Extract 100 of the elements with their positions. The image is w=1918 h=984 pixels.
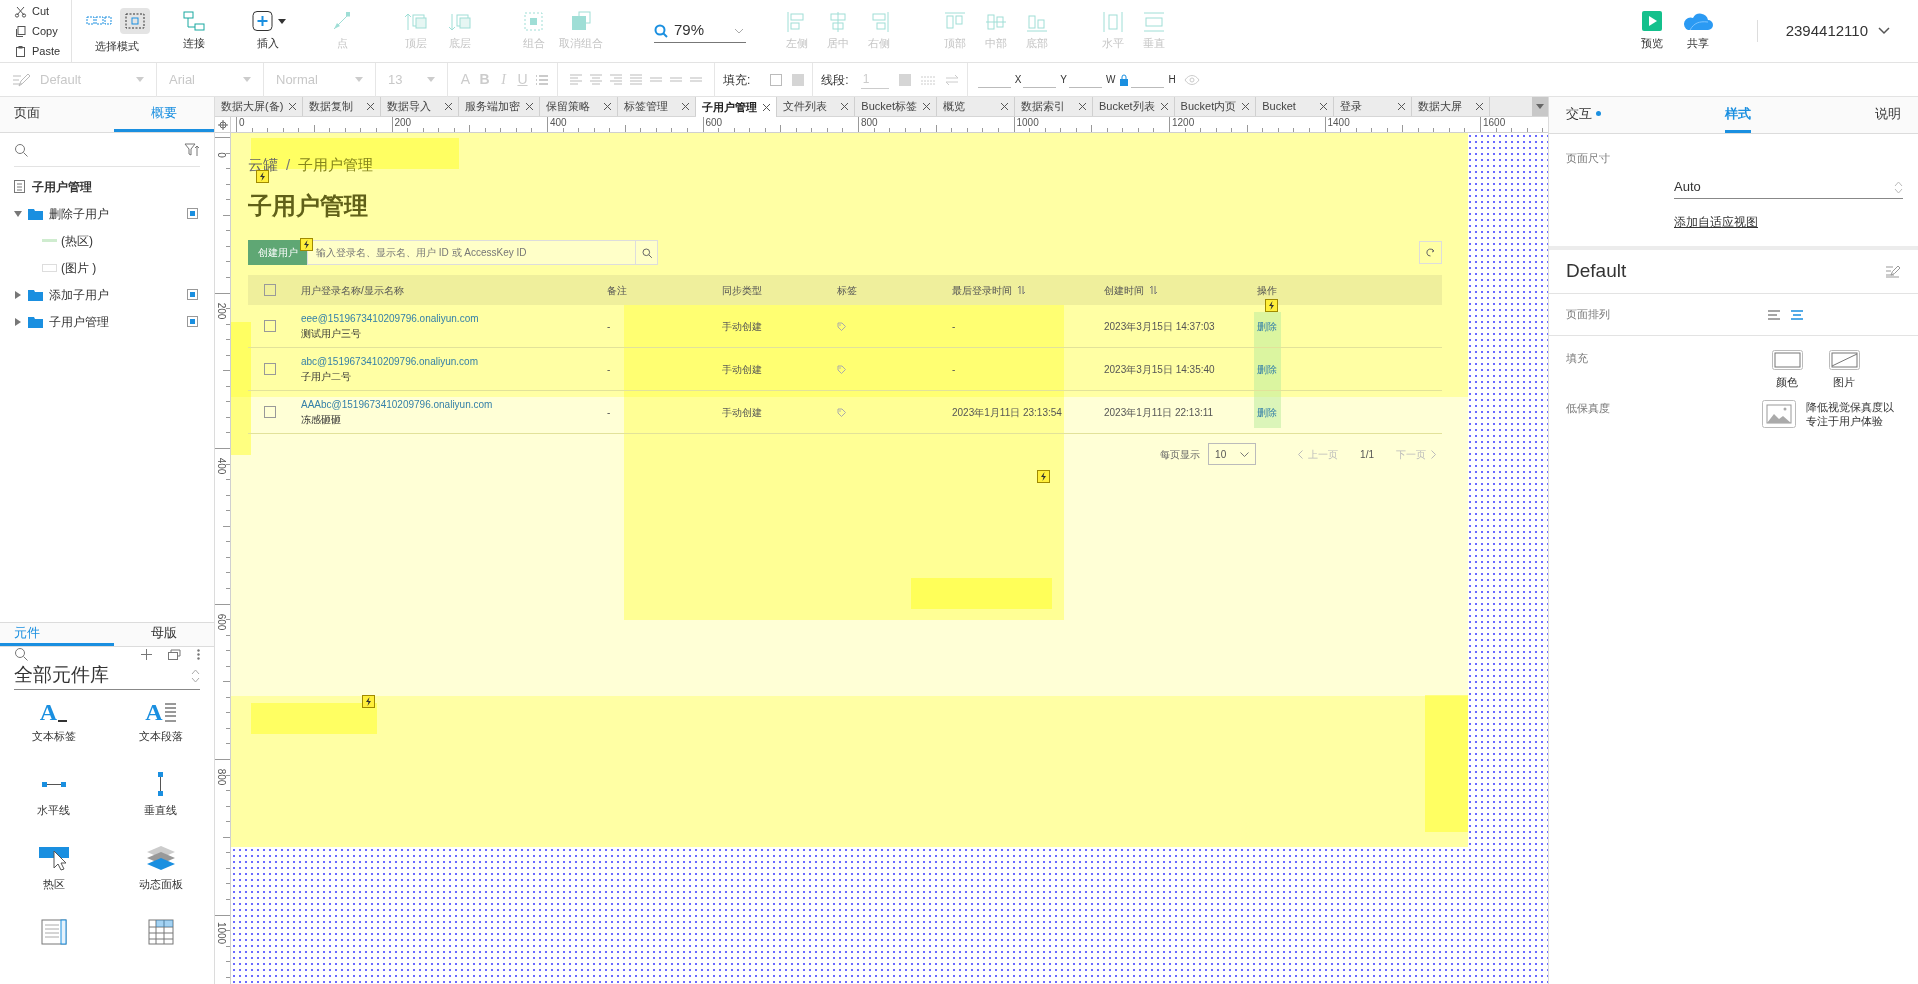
document-tab[interactable]: Bucket标签 [855,97,937,116]
close-icon[interactable] [367,103,375,110]
inspector-tab[interactable]: 说明 [1875,97,1901,133]
expanded-arrow-icon[interactable] [14,209,22,218]
document-tab[interactable]: 数据大屏(备) [215,97,304,116]
document-tab[interactable]: 登录 [1334,97,1413,116]
document-tab[interactable]: 数据复制 [303,97,382,116]
delete-link[interactable]: 删除 [1257,363,1277,375]
fill-color-swatch[interactable] [770,73,783,86]
document-tab[interactable]: Bucket列表 [1092,97,1175,116]
delete-link[interactable]: 删除 [1257,406,1277,418]
filter-icon[interactable] [184,142,200,157]
panel-tab[interactable]: 元件 [0,623,114,646]
lightning-icon[interactable] [362,695,375,708]
close-icon[interactable] [1000,103,1008,110]
style-edit-icon[interactable] [1885,265,1901,278]
refresh-button[interactable] [1419,241,1442,264]
section-label: 页面排列 [1566,307,1611,323]
tabs-overflow-button[interactable] [1532,97,1548,116]
line-color-swatch[interactable] [898,73,911,86]
lightning-icon[interactable] [1037,470,1050,483]
panel-tab[interactable]: 页面 [0,97,114,132]
copy-icon[interactable] [168,648,181,660]
inspector-tab[interactable]: 交互 [1566,97,1601,133]
close-icon[interactable] [1078,103,1086,110]
search-field[interactable]: 输入登录名、显示名、用户 ID 或 AccessKey ID [307,240,636,265]
ruler-label: 1000 [1016,117,1039,129]
page-size-dropdown[interactable]: 10 [1208,443,1257,465]
page-size-dropdown[interactable]: Auto [1674,176,1903,199]
cut-button[interactable]: Cut [0,1,71,21]
connect-button[interactable]: 连接 [172,0,216,62]
fill-option[interactable]: 颜色 [1771,350,1803,396]
outline-item-label: 添加子用户 [49,286,110,304]
tag-icon[interactable] [837,321,846,331]
style-edit-icon [12,71,30,88]
search-button[interactable] [636,240,658,265]
inspector-tab[interactable]: 样式 [1725,97,1751,133]
shadow-swatch[interactable] [792,73,805,86]
add-adaptive-view-link[interactable]: 添加自适应视图 [1674,212,1758,231]
library-dropdown[interactable]: 全部元件库 [14,662,200,690]
align-left-icon[interactable] [1768,309,1780,320]
document-tab[interactable]: 概览 [936,97,1015,116]
checkbox[interactable] [264,363,276,375]
close-icon[interactable] [1476,103,1484,110]
close-icon[interactable] [1160,103,1168,110]
zoom-dropdown[interactable]: 79% [654,19,747,43]
panel-tab[interactable]: 母版 [114,623,214,646]
close-icon[interactable] [1398,103,1406,110]
close-icon[interactable] [922,103,930,110]
close-icon[interactable] [1242,103,1250,110]
document-tab[interactable]: 文件列表 [777,97,856,116]
copy-button[interactable]: Copy [0,21,71,41]
user-login-link[interactable]: AAAbc@1519673410209796.onaliyun.com [301,397,607,412]
close-icon[interactable] [682,103,690,110]
close-icon[interactable] [604,103,612,110]
add-icon[interactable] [141,648,152,660]
lightning-icon[interactable] [256,170,269,183]
more-icon[interactable] [197,648,200,660]
paste-button[interactable]: Paste [0,41,71,61]
search-icon[interactable] [14,647,28,662]
document-tab[interactable]: Bucket [1256,97,1335,116]
landscape-image-icon[interactable] [1761,400,1796,428]
breadcrumb-link[interactable]: 子用户管理 [298,153,374,177]
user-login-link[interactable]: eee@1519673410209796.onaliyun.com [301,311,607,326]
close-icon[interactable] [289,103,297,110]
fill-option[interactable]: 图片 [1828,350,1860,396]
document-tab[interactable]: 保留策略 [540,97,619,116]
share-button[interactable]: 共享 [1678,0,1717,62]
document-tab[interactable]: 子用户管理 [696,97,778,118]
close-icon[interactable] [445,103,453,110]
checkbox[interactable] [264,284,276,296]
tag-icon[interactable] [837,364,846,374]
close-icon[interactable] [763,104,771,111]
document-tab[interactable]: 服务端加密 [459,97,541,116]
document-tab[interactable]: 数据大屏 [1412,97,1491,116]
lightning-icon[interactable] [300,238,313,251]
user-menu[interactable]: 2394412110 [1757,0,1918,62]
ruler-label: 1600 [1483,117,1506,129]
lightning-icon[interactable] [1265,299,1278,312]
document-tab[interactable]: 数据索引 [1014,97,1093,116]
align-center-icon[interactable] [1791,309,1803,320]
tag-icon[interactable] [837,407,846,417]
checkbox[interactable] [264,320,276,332]
insert-button[interactable]: 插入 [246,0,290,62]
checkbox[interactable] [264,406,276,418]
page-icon [14,180,25,193]
collapsed-arrow-icon[interactable] [14,317,22,326]
sort-icon[interactable] [1150,286,1157,294]
document-tab[interactable]: Bucket内页 [1174,97,1257,116]
user-login-link[interactable]: abc@1519673410209796.onaliyun.com [301,354,607,369]
select-mode-toggle[interactable] [120,7,150,34]
document-tab[interactable]: 数据导入 [381,97,460,116]
sort-icon[interactable] [1018,286,1025,294]
search-icon[interactable] [14,142,28,157]
close-icon[interactable] [1320,103,1328,110]
collapsed-arrow-icon[interactable] [14,290,22,299]
delete-link[interactable]: 删除 [1257,320,1277,332]
preview-button[interactable]: 预览 [1632,0,1671,62]
close-icon[interactable] [841,103,849,110]
close-icon[interactable] [526,103,534,110]
